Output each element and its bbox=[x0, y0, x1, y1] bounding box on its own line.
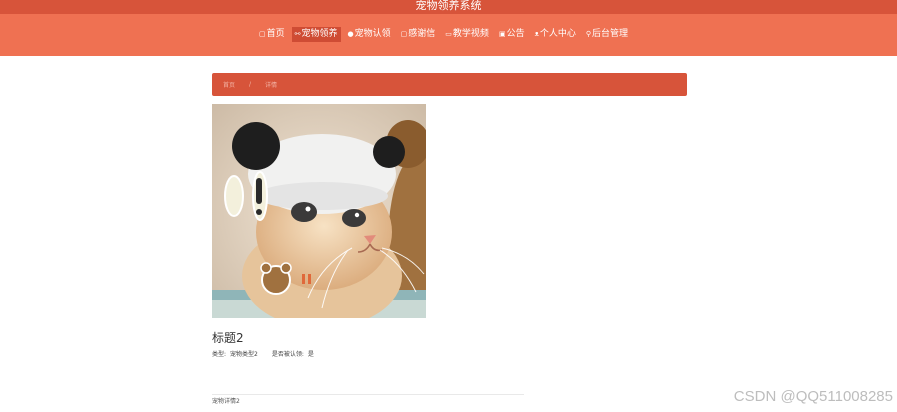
pet-photo bbox=[212, 104, 426, 318]
nav-item-label: 感谢信 bbox=[408, 29, 436, 39]
link-icon: ⚯ bbox=[294, 30, 301, 38]
breadcrumb-current: 详情 bbox=[265, 82, 278, 89]
nav-item-label: 首页 bbox=[266, 29, 285, 39]
watermark: CSDN @QQ511008285 bbox=[733, 388, 893, 405]
nav-item-home[interactable]: ▢ 首页 bbox=[256, 27, 288, 42]
paw-icon: ● bbox=[347, 30, 354, 38]
nav-item-label: 教学视频 bbox=[452, 29, 489, 39]
section-divider bbox=[212, 394, 524, 395]
letter-icon: ▢ bbox=[400, 30, 408, 38]
cat-in-hat-illustration bbox=[212, 104, 426, 318]
app-title: 宠物领养系统 bbox=[415, 0, 482, 12]
nav-item-profile[interactable]: ᴥ 个人中心 bbox=[532, 27, 579, 42]
video-icon: ▭ bbox=[445, 30, 452, 38]
home-icon: ▢ bbox=[259, 30, 266, 38]
tab-pet-detail[interactable]: 宠物详情2 bbox=[212, 396, 240, 405]
pet-type-value: 宠物类型2 bbox=[230, 351, 258, 358]
nav-item-videos[interactable]: ▭ 教学视频 bbox=[442, 27, 492, 42]
meta-spacer bbox=[262, 349, 268, 358]
breadcrumb: 首页 / 详情 bbox=[212, 73, 687, 96]
nav-item-notices[interactable]: ▣ 公告 bbox=[496, 27, 528, 42]
nav-item-label: 宠物认领 bbox=[354, 29, 391, 39]
nav-item-label: 个人中心 bbox=[539, 29, 576, 39]
notice-icon: ▣ bbox=[498, 30, 506, 38]
nav-item-label: 宠物领养 bbox=[301, 29, 338, 39]
nav-item-thank-letters[interactable]: ▢ 感谢信 bbox=[398, 27, 439, 42]
app-title-bar: 宠物领养系统 bbox=[0, 0, 897, 14]
nav-item-label: 公告 bbox=[506, 29, 525, 39]
pet-title: 标题2 bbox=[212, 331, 244, 345]
nav-item-admin[interactable]: ⚲ 后台管理 bbox=[583, 27, 631, 42]
pet-claimed-label: 是否被认领: bbox=[271, 351, 304, 358]
admin-icon: ⚲ bbox=[585, 30, 591, 38]
breadcrumb-home-link[interactable]: 首页 bbox=[223, 80, 235, 89]
nav-item-pet-adoption[interactable]: ⚯ 宠物领养 bbox=[291, 27, 341, 42]
nav-item-label: 后台管理 bbox=[591, 29, 628, 39]
pet-claimed-value: 是 bbox=[307, 351, 314, 358]
breadcrumb-separator: / bbox=[249, 81, 252, 88]
main-navbar: ▢ 首页 ⚯ 宠物领养 ● 宠物认领 ▢ 感谢信 ▭ 教学视频 ▣ 公告 ᴥ 个… bbox=[0, 14, 897, 56]
nav-item-pet-claim[interactable]: ● 宠物认领 bbox=[345, 27, 394, 42]
nav-menu: ▢ 首页 ⚯ 宠物领养 ● 宠物认领 ▢ 感谢信 ▭ 教学视频 ▣ 公告 ᴥ 个… bbox=[256, 27, 631, 42]
pet-type-label: 类型: bbox=[212, 351, 227, 358]
user-icon: ᴥ bbox=[534, 30, 539, 38]
pet-meta: 类型: 宠物类型2 是否被认领: 是 bbox=[212, 349, 314, 358]
